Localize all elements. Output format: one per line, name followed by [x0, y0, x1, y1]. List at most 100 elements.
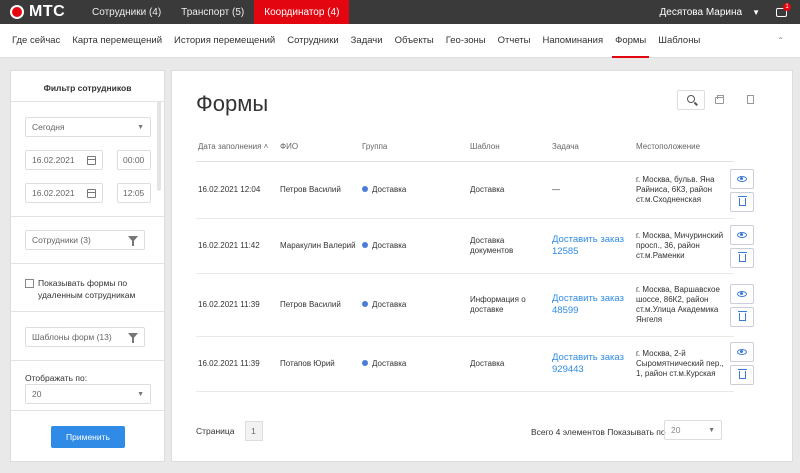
- cell-task: —: [550, 161, 634, 219]
- tab-coordinator[interactable]: Координатор (4): [254, 0, 350, 24]
- table-row[interactable]: 16.02.2021 12:04 Петров Василий Доставка…: [196, 161, 734, 219]
- nav-forms[interactable]: Формы: [609, 24, 652, 58]
- nav-where-now[interactable]: Где сейчас: [6, 24, 66, 58]
- view-button[interactable]: [730, 342, 754, 362]
- nav-templates[interactable]: Шаблоны: [652, 24, 706, 58]
- eye-icon: [737, 349, 747, 355]
- print-icon[interactable]: [715, 95, 724, 104]
- main-nav: Где сейчас Карта перемещений История пер…: [0, 24, 800, 58]
- display-by-select[interactable]: 20 ▼: [25, 384, 151, 404]
- apply-button[interactable]: Применить: [51, 426, 125, 448]
- filter-scrollbar[interactable]: [157, 101, 161, 191]
- delete-button[interactable]: [730, 248, 754, 268]
- delete-button[interactable]: [730, 365, 754, 385]
- cell-fio: Петров Василий: [278, 161, 360, 219]
- time-from-input[interactable]: 00:00: [117, 150, 151, 170]
- column-group[interactable]: Группа: [360, 133, 468, 162]
- funnel-icon: [128, 333, 138, 343]
- cell-location: г. Москва, Варшавское шоссе, 86К2, район…: [634, 273, 734, 337]
- eye-icon: [737, 176, 747, 182]
- notification-badge: 1: [783, 3, 791, 11]
- nav-reminders[interactable]: Напоминания: [536, 24, 609, 58]
- table-row[interactable]: 16.02.2021 11:39 Петров Василий Доставка…: [196, 273, 734, 337]
- export-icon[interactable]: [747, 95, 754, 104]
- filter-title: Фильтр сотрудников: [43, 83, 132, 93]
- employees-filter-select[interactable]: Сотрудники (3): [25, 230, 145, 250]
- top-bar: МТС Сотрудники (4) Транспорт (5) Координ…: [0, 0, 800, 24]
- page-number-input[interactable]: 1: [244, 421, 263, 441]
- chevron-down-icon: ▼: [708, 427, 715, 434]
- view-button[interactable]: [730, 225, 754, 245]
- chevron-down-icon: ▼: [137, 391, 144, 398]
- date-to-input[interactable]: 16.02.2021: [25, 183, 103, 203]
- calendar-icon[interactable]: [87, 156, 96, 165]
- display-by-label: Отображать по:: [25, 373, 88, 383]
- task-link[interactable]: Доставить заказ 12585: [552, 234, 624, 257]
- task-link[interactable]: Доставить заказ 929443: [552, 352, 624, 375]
- notification-icon[interactable]: 1: [776, 3, 791, 18]
- group-dot-icon: [362, 360, 368, 367]
- show-deleted-label[interactable]: Показывать формы по удаленным сотрудника…: [38, 277, 158, 301]
- date-from-input[interactable]: 16.02.2021: [25, 150, 103, 170]
- trash-icon: [737, 252, 747, 262]
- delete-button[interactable]: [730, 307, 754, 327]
- cell-fio: Петров Василий: [278, 273, 360, 337]
- trash-icon: [737, 369, 747, 379]
- cell-date: 16.02.2021 11:42: [196, 218, 278, 274]
- chevron-up-icon[interactable]: ⌃: [777, 36, 784, 45]
- nav-movement-map[interactable]: Карта перемещений: [66, 24, 168, 58]
- group-dot-icon: [362, 242, 368, 249]
- cell-template: Доставка документов: [468, 218, 550, 274]
- cell-date: 16.02.2021 12:04: [196, 161, 278, 219]
- forms-panel: Формы Дата заполнения ˄ ФИО Группа Шабло…: [171, 70, 793, 462]
- task-link[interactable]: Доставить заказ 48599: [552, 293, 624, 316]
- trash-icon: [737, 311, 747, 321]
- tab-transport[interactable]: Транспорт (5): [171, 0, 254, 24]
- view-button[interactable]: [730, 169, 754, 189]
- column-date[interactable]: Дата заполнения ˄: [196, 133, 278, 162]
- cell-date: 16.02.2021 11:39: [196, 336, 278, 392]
- calendar-icon[interactable]: [87, 189, 96, 198]
- table-row[interactable]: 16.02.2021 11:42 Маракулин Валерий Доста…: [196, 218, 734, 274]
- cell-template: Доставка: [468, 336, 550, 392]
- templates-filter-select[interactable]: Шаблоны форм (13): [25, 327, 145, 347]
- column-location[interactable]: Местоположение: [634, 133, 734, 162]
- column-task[interactable]: Задача: [550, 133, 634, 162]
- nav-employees[interactable]: Сотрудники: [281, 24, 344, 58]
- time-to-input[interactable]: 12:05: [117, 183, 151, 203]
- nav-movement-history[interactable]: История перемещений: [168, 24, 281, 58]
- table-row[interactable]: 16.02.2021 11:39 Потапов Юрий Доставка Д…: [196, 336, 734, 392]
- employee-filter-panel: Фильтр сотрудников Сегодня ▼ 16.02.2021 0…: [10, 70, 166, 462]
- per-page-select[interactable]: 20 ▼: [664, 420, 722, 440]
- column-fio[interactable]: ФИО: [278, 133, 360, 162]
- search-icon: [687, 95, 695, 103]
- chevron-down-icon[interactable]: ▼: [752, 8, 760, 17]
- nav-geozones[interactable]: Гео-зоны: [440, 24, 492, 58]
- cell-template: Доставка: [468, 161, 550, 219]
- user-name[interactable]: Десятова Марина: [660, 7, 743, 18]
- mts-logo[interactable]: МТС: [0, 0, 82, 24]
- cell-group: Доставка: [360, 273, 468, 337]
- delete-button[interactable]: [730, 192, 754, 212]
- total-count: Всего 4 элементов Показывать по: [531, 427, 666, 437]
- page-title: Формы: [196, 91, 269, 116]
- nav-tasks[interactable]: Задачи: [345, 24, 389, 58]
- show-deleted-checkbox[interactable]: [25, 279, 34, 288]
- column-template[interactable]: Шаблон: [468, 133, 550, 162]
- group-dot-icon: [362, 186, 368, 193]
- search-button[interactable]: [677, 90, 705, 110]
- view-button[interactable]: [730, 284, 754, 304]
- cell-group: Доставка: [360, 161, 468, 219]
- egg-icon: [10, 5, 24, 19]
- period-select[interactable]: Сегодня ▼: [25, 117, 151, 137]
- nav-reports[interactable]: Отчеты: [492, 24, 537, 58]
- chevron-down-icon: ▼: [137, 124, 144, 131]
- nav-objects[interactable]: Объекты: [389, 24, 440, 58]
- page-label: Страница: [196, 426, 235, 436]
- trash-icon: [737, 196, 747, 206]
- tab-employees[interactable]: Сотрудники (4): [82, 0, 171, 24]
- pagination: Страница 1: [196, 421, 263, 441]
- cell-fio: Потапов Юрий: [278, 336, 360, 392]
- cell-template: Информация о доставке: [468, 273, 550, 337]
- forms-table: Дата заполнения ˄ ФИО Группа Шаблон Зада…: [196, 133, 734, 392]
